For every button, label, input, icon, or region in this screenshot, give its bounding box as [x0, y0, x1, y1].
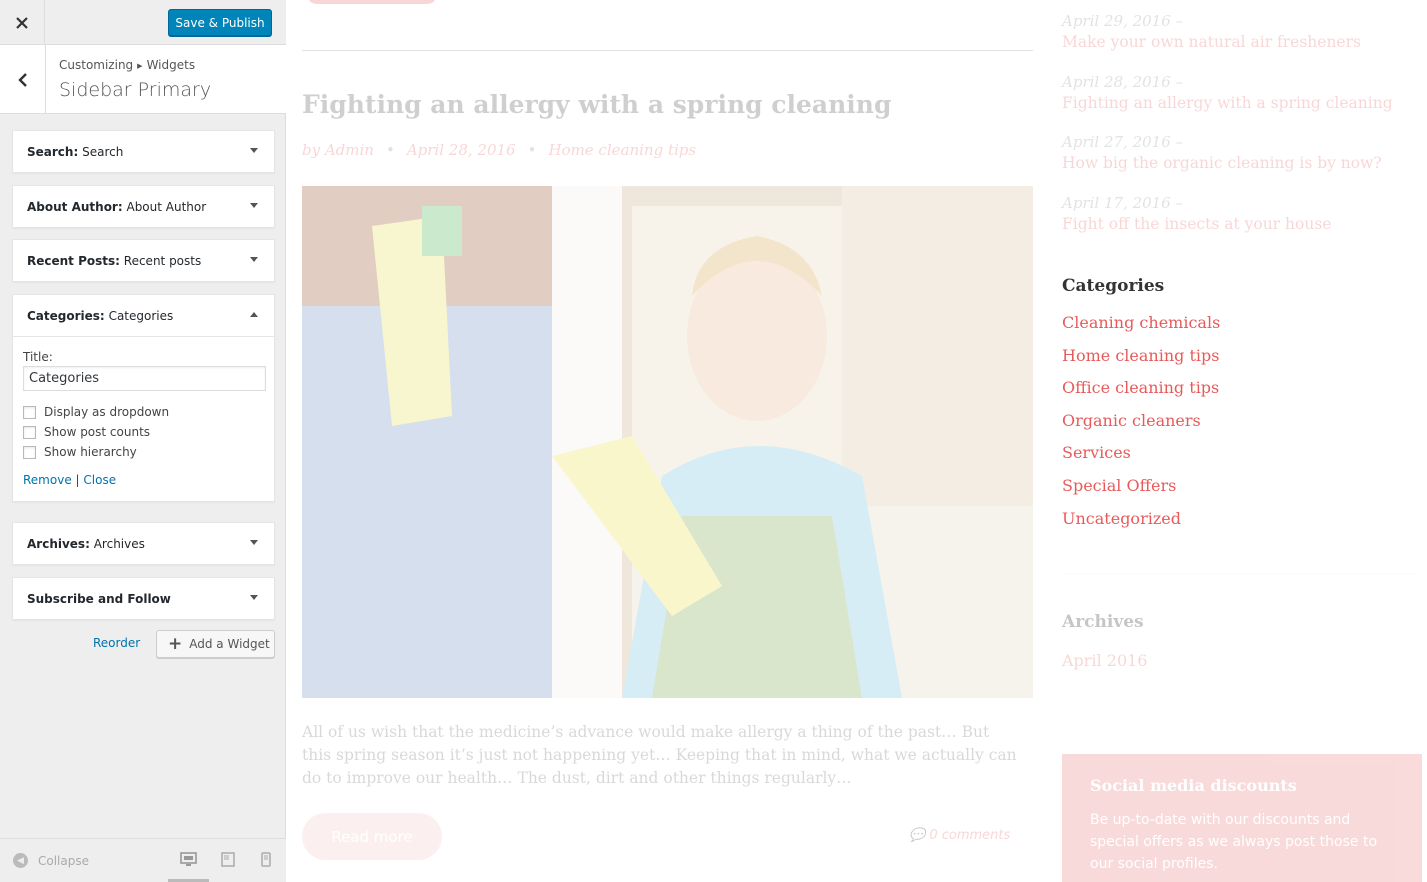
- widget-subscribe-follow[interactable]: Subscribe and Follow: [12, 577, 275, 620]
- widget-categories[interactable]: Categories: Categories Title: Display as…: [12, 294, 275, 502]
- widget-name: Categories: [108, 308, 174, 323]
- recent-post-link[interactable]: Fight off the insects at your house: [1062, 215, 1422, 233]
- checkbox-label: Show post counts: [44, 425, 151, 439]
- recent-posts-widget: April 29, 2016 – Make your own natural ai…: [1062, 12, 1422, 254]
- post-counts-option[interactable]: Show post counts: [23, 425, 264, 439]
- desktop-icon[interactable]: [180, 852, 197, 867]
- expand-arrow-icon[interactable]: [250, 203, 258, 208]
- hierarchy-option[interactable]: Show hierarchy: [23, 445, 264, 459]
- category-link[interactable]: Home cleaning tips: [1062, 346, 1220, 379]
- post-date[interactable]: April 28, 2016: [407, 141, 516, 159]
- title-input[interactable]: [23, 366, 266, 391]
- recent-post-date: April 29, 2016 –: [1062, 12, 1184, 30]
- mobile-icon[interactable]: [261, 852, 271, 867]
- recent-post: April 29, 2016 – Make your own natural ai…: [1062, 12, 1422, 73]
- widget-type: About Author:: [27, 199, 123, 214]
- checkbox[interactable]: [23, 445, 36, 459]
- expand-arrow-icon[interactable]: [250, 595, 258, 600]
- recent-post: April 27, 2016 – How big the organic clea…: [1062, 133, 1422, 194]
- previous-read-more-button[interactable]: [307, 0, 437, 4]
- widget-name: Archives: [93, 536, 145, 551]
- widget-type: Search:: [27, 144, 79, 159]
- post-meta: by Admin • April 28, 2016 • Home cleaning ti…: [302, 141, 697, 159]
- collapse-label: Collapse: [38, 853, 89, 868]
- category-link[interactable]: Special Offers: [1062, 476, 1220, 509]
- widget-name: About Author: [126, 199, 207, 214]
- customizer-topbar: Save & Publish: [0, 0, 286, 45]
- divider: [302, 50, 1033, 51]
- save-publish-button[interactable]: Save & Publish: [168, 9, 272, 36]
- widget-search[interactable]: Search: Search: [12, 130, 275, 173]
- checkbox-label: Show hierarchy: [44, 445, 137, 459]
- widget-archives[interactable]: Archives: Archives: [12, 522, 275, 565]
- plus-icon: +: [168, 633, 183, 654]
- post-excerpt: All of us wish that the medicine’s advan…: [302, 723, 1017, 787]
- expand-arrow-icon[interactable]: [250, 148, 258, 153]
- read-more-button[interactable]: Read more: [302, 813, 442, 860]
- site-preview: Fighting an allergy with a spring cleani…: [287, 0, 1427, 882]
- collapse-icon: ◀: [13, 853, 28, 868]
- recent-post-date: April 28, 2016 –: [1062, 72, 1184, 91]
- widget-type: Recent Posts:: [27, 253, 120, 268]
- panel-title: Sidebar Primary: [59, 79, 212, 101]
- recent-post: April 17, 2016 – Fight off the insects at…: [1062, 194, 1422, 255]
- widget-name: Recent posts: [123, 253, 202, 268]
- close-link[interactable]: Close: [83, 473, 116, 487]
- widget-name: Search: [82, 144, 124, 159]
- tablet-icon[interactable]: [221, 852, 235, 867]
- widget-type: Categories:: [27, 308, 105, 323]
- breadcrumb-root: Customizing: [59, 58, 134, 72]
- widget-recent-posts[interactable]: Recent Posts: Recent posts: [12, 239, 275, 282]
- back-button[interactable]: [0, 45, 46, 114]
- categories-list: Cleaning chemicals Home cleaning tips Of…: [1062, 313, 1220, 541]
- comments-label: 0 comments: [929, 828, 1011, 843]
- widget-about-author[interactable]: About Author: About Author: [12, 185, 275, 228]
- categories-widget-title: Categories: [1062, 276, 1165, 296]
- widget-type: Subscribe and Follow: [27, 591, 171, 606]
- breadcrumb: Customizing ▶ Widgets: [59, 58, 195, 72]
- collapse-arrow-icon[interactable]: [250, 312, 258, 317]
- chevron-left-icon: [17, 72, 27, 87]
- category-link[interactable]: Services: [1062, 443, 1220, 476]
- remove-link[interactable]: Remove: [23, 473, 72, 487]
- add-widget-label: Add a Widget: [189, 637, 270, 651]
- widget-type: Archives:: [27, 536, 90, 551]
- add-widget-button[interactable]: + Add a Widget: [156, 630, 275, 658]
- breadcrumb-section: Widgets: [146, 58, 196, 72]
- comments-link[interactable]: 💬 0 comments: [909, 828, 1010, 843]
- dropdown-option[interactable]: Display as dropdown: [23, 405, 264, 419]
- category-link[interactable]: Organic cleaners: [1062, 411, 1220, 444]
- collapse-button[interactable]: ◀ Collapse: [13, 853, 89, 868]
- checkbox-label: Display as dropdown: [44, 405, 170, 419]
- customizer-footer: ◀ Collapse: [0, 838, 286, 882]
- reorder-link[interactable]: Reorder: [93, 636, 140, 650]
- post-category[interactable]: Home cleaning tips: [548, 141, 696, 159]
- recent-post-link[interactable]: How big the organic cleaning is by now?: [1062, 154, 1422, 172]
- section-header: Customizing ▶ Widgets Sidebar Primary: [0, 45, 286, 114]
- category-link[interactable]: Office cleaning tips: [1062, 378, 1220, 411]
- category-link[interactable]: Uncategorized: [1062, 509, 1220, 542]
- checkbox[interactable]: [23, 425, 36, 439]
- recent-post-date: April 27, 2016 –: [1062, 133, 1184, 151]
- widget-form: Title: Display as dropdown Show post cou…: [13, 336, 274, 501]
- expand-arrow-icon[interactable]: [250, 540, 258, 545]
- post-featured-image[interactable]: [302, 186, 1033, 698]
- recent-post-link[interactable]: Make your own natural air fresheners: [1062, 33, 1422, 51]
- expand-arrow-icon[interactable]: [250, 257, 258, 262]
- customizer-panel: Save & Publish Customizing ▶ Widgets Sideb…: [0, 0, 286, 882]
- checkbox[interactable]: [23, 405, 36, 419]
- post-title[interactable]: Fighting an allergy with a spring cleani…: [302, 90, 891, 119]
- category-link[interactable]: Cleaning chemicals: [1062, 313, 1220, 346]
- breadcrumb-separator-icon: ▶: [137, 62, 143, 70]
- recent-post-link[interactable]: Fighting an allergy with a spring cleani…: [1062, 94, 1422, 112]
- close-icon[interactable]: [0, 0, 45, 45]
- recent-post: April 28, 2016 – Fighting an allergy with…: [1062, 73, 1422, 134]
- widget-actions: Remove | Close: [23, 473, 264, 487]
- comment-icon: 💬: [909, 828, 926, 843]
- actions-separator: |: [75, 473, 80, 487]
- post-author[interactable]: by Admin: [302, 141, 374, 159]
- title-label: Title:: [23, 350, 53, 364]
- recent-post-date: April 17, 2016 –: [1062, 193, 1184, 212]
